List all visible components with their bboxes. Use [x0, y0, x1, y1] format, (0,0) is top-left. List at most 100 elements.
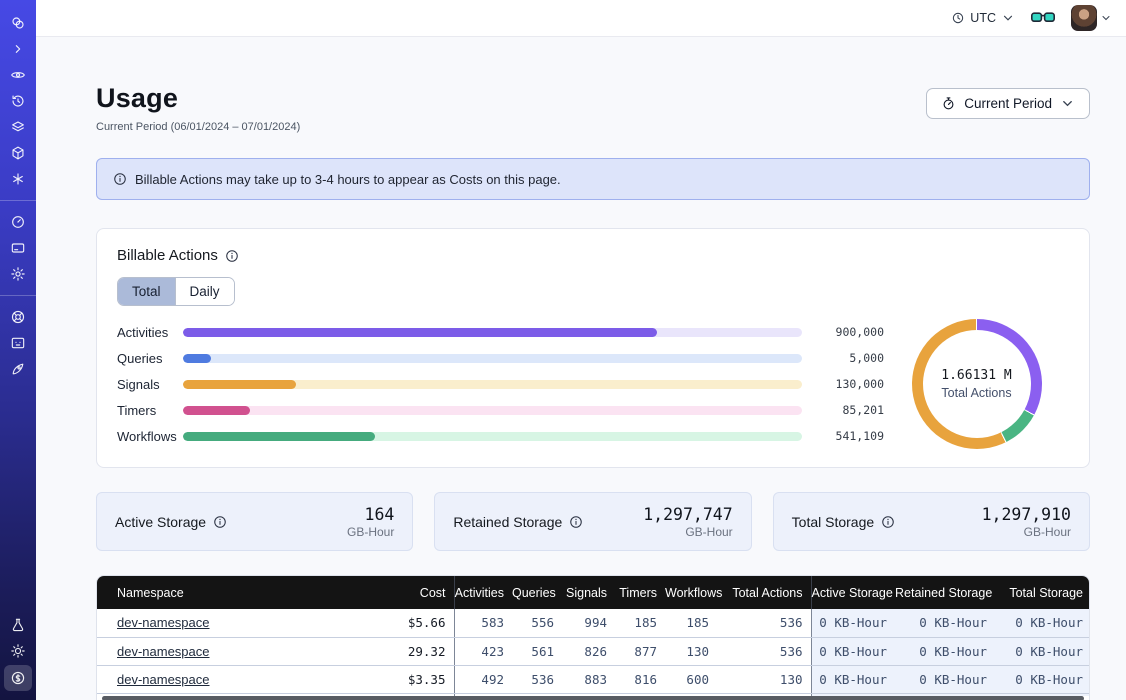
donut-total-value: 1.66131 M	[941, 368, 1011, 383]
cell-queries: 561	[512, 637, 562, 665]
sidebar-item-sun[interactable]	[5, 639, 31, 663]
sidebar-item-gear[interactable]	[5, 262, 31, 286]
credit-card-icon	[10, 240, 26, 256]
sun-icon	[10, 643, 26, 659]
tab-total[interactable]: Total	[118, 278, 176, 305]
info-icon[interactable]	[213, 515, 227, 529]
sidebar-item-rocket[interactable]	[5, 357, 31, 381]
sidebar-item-gauge[interactable]	[5, 210, 31, 234]
horizontal-scrollbar[interactable]	[102, 696, 1084, 700]
column-header-queries[interactable]: Queries	[512, 576, 562, 609]
donut-total-label: Total Actions	[941, 386, 1011, 400]
bar-label: Signals	[117, 377, 183, 392]
sidebar-item-history-clock[interactable]	[5, 89, 31, 113]
column-header-retained_storage[interactable]: Retained Storage	[895, 576, 995, 609]
lifebuoy-icon	[10, 309, 26, 325]
cell-retained_storage: 0 KB-Hour	[895, 665, 995, 693]
cell-cost: $3.35	[347, 665, 454, 693]
glasses-icon[interactable]	[1031, 10, 1055, 26]
avatar[interactable]	[1071, 5, 1097, 31]
rocket-icon	[10, 361, 26, 377]
cell-activities: 583	[454, 609, 512, 637]
period-button-label: Current Period	[964, 96, 1052, 111]
cell-timers: 185	[615, 609, 665, 637]
chevron-down-icon	[1100, 12, 1112, 24]
cell-total_actions: 536	[717, 637, 811, 665]
sidebar-item-chevron-right[interactable]	[5, 37, 31, 61]
sidebar-item-asterisk[interactable]	[5, 167, 31, 191]
bar-fill	[183, 328, 657, 337]
current-period-subtitle: Current Period (06/01/2024 – 07/01/2024)	[96, 121, 300, 133]
storage-label: Active Storage	[115, 514, 227, 530]
cell-activities: 492	[454, 665, 512, 693]
banner-text: Billable Actions may take up to 3-4 hour…	[135, 172, 561, 187]
column-header-activities[interactable]: Activities	[454, 576, 512, 609]
namespace-link[interactable]: dev-namespace	[117, 672, 210, 687]
page-title: Usage	[96, 83, 300, 114]
bar-value: 5,000	[802, 351, 884, 365]
info-icon[interactable]	[881, 515, 895, 529]
column-header-cost[interactable]: Cost	[347, 576, 454, 609]
cell-activities: 423	[454, 637, 512, 665]
timezone-selector[interactable]: UTC	[951, 11, 1015, 25]
period-dropdown-button[interactable]: Current Period	[926, 88, 1090, 119]
column-header-total_storage[interactable]: Total Storage	[995, 576, 1090, 609]
sidebar-item-temporal-logo[interactable]	[5, 11, 31, 35]
cell-workflows: 185	[665, 609, 717, 637]
bar-fill	[183, 432, 375, 441]
eye-icon	[10, 67, 26, 83]
column-header-total_actions[interactable]: Total Actions	[717, 576, 811, 609]
tab-daily[interactable]: Daily	[176, 278, 234, 305]
sidebar-nav	[0, 0, 36, 700]
cell-workflows: 130	[665, 637, 717, 665]
terminal-icon	[10, 335, 26, 351]
table-header-row: NamespaceCostActivitiesQueriesSignalsTim…	[97, 576, 1090, 609]
retained-storage-card: Retained Storage1,297,747GB-Hour	[434, 492, 751, 551]
sidebar-item-credit-card[interactable]	[5, 236, 31, 260]
user-menu[interactable]	[1071, 5, 1112, 31]
namespace-link[interactable]: dev-namespace	[117, 615, 210, 630]
namespace-link[interactable]: dev-namespace	[117, 644, 210, 659]
cell-timers: 816	[615, 665, 665, 693]
sidebar-item-eye[interactable]	[5, 63, 31, 87]
column-header-namespace[interactable]: Namespace	[97, 576, 347, 609]
info-icon[interactable]	[225, 249, 239, 263]
chevron-down-icon	[1060, 96, 1075, 111]
bar-fill	[183, 380, 296, 389]
sidebar-divider	[0, 295, 36, 296]
history-clock-icon	[10, 93, 26, 109]
cell-cost: $5.66	[347, 609, 454, 637]
bar-value: 130,000	[802, 377, 884, 391]
info-icon[interactable]	[569, 515, 583, 529]
column-header-timers[interactable]: Timers	[615, 576, 665, 609]
bar-track	[183, 328, 802, 337]
topbar: UTC	[36, 0, 1126, 37]
cell-active_storage: 0 KB-Hour	[811, 637, 895, 665]
bar-label: Timers	[117, 403, 183, 418]
bar-value: 900,000	[802, 325, 884, 339]
bar-row-signals: Signals 130,000	[117, 371, 884, 397]
sidebar-item-layers[interactable]	[5, 115, 31, 139]
column-header-active_storage[interactable]: Active Storage	[811, 576, 895, 609]
storage-unit: GB-Hour	[982, 525, 1071, 539]
cell-active_storage: 0 KB-Hour	[811, 665, 895, 693]
sidebar-item-dollar-coin[interactable]	[4, 665, 32, 691]
bar-value: 541,109	[802, 429, 884, 443]
sidebar-item-terminal[interactable]	[5, 331, 31, 355]
sidebar-item-flask[interactable]	[5, 613, 31, 637]
storage-value: 1,297,747	[643, 505, 732, 524]
cell-retained_storage: 0 KB-Hour	[895, 609, 995, 637]
column-header-workflows[interactable]: Workflows	[665, 576, 717, 609]
chevron-right-icon	[10, 41, 26, 57]
table-row: dev-namespace$3.354925368838166001300 KB…	[97, 665, 1090, 693]
active-storage-card: Active Storage164GB-Hour	[96, 492, 413, 551]
bar-track	[183, 354, 802, 363]
table-row: dev-namespace$5.665835569941851855360 KB…	[97, 609, 1090, 637]
bar-value: 85,201	[802, 403, 884, 417]
billable-actions-card: Billable Actions TotalDaily Activities90…	[96, 228, 1090, 468]
main-content: Usage Current Period (06/01/2024 – 07/01…	[36, 0, 1126, 700]
sidebar-item-lifebuoy[interactable]	[5, 305, 31, 329]
column-header-signals[interactable]: Signals	[562, 576, 615, 609]
stopwatch-icon	[941, 96, 956, 111]
sidebar-item-cube[interactable]	[5, 141, 31, 165]
